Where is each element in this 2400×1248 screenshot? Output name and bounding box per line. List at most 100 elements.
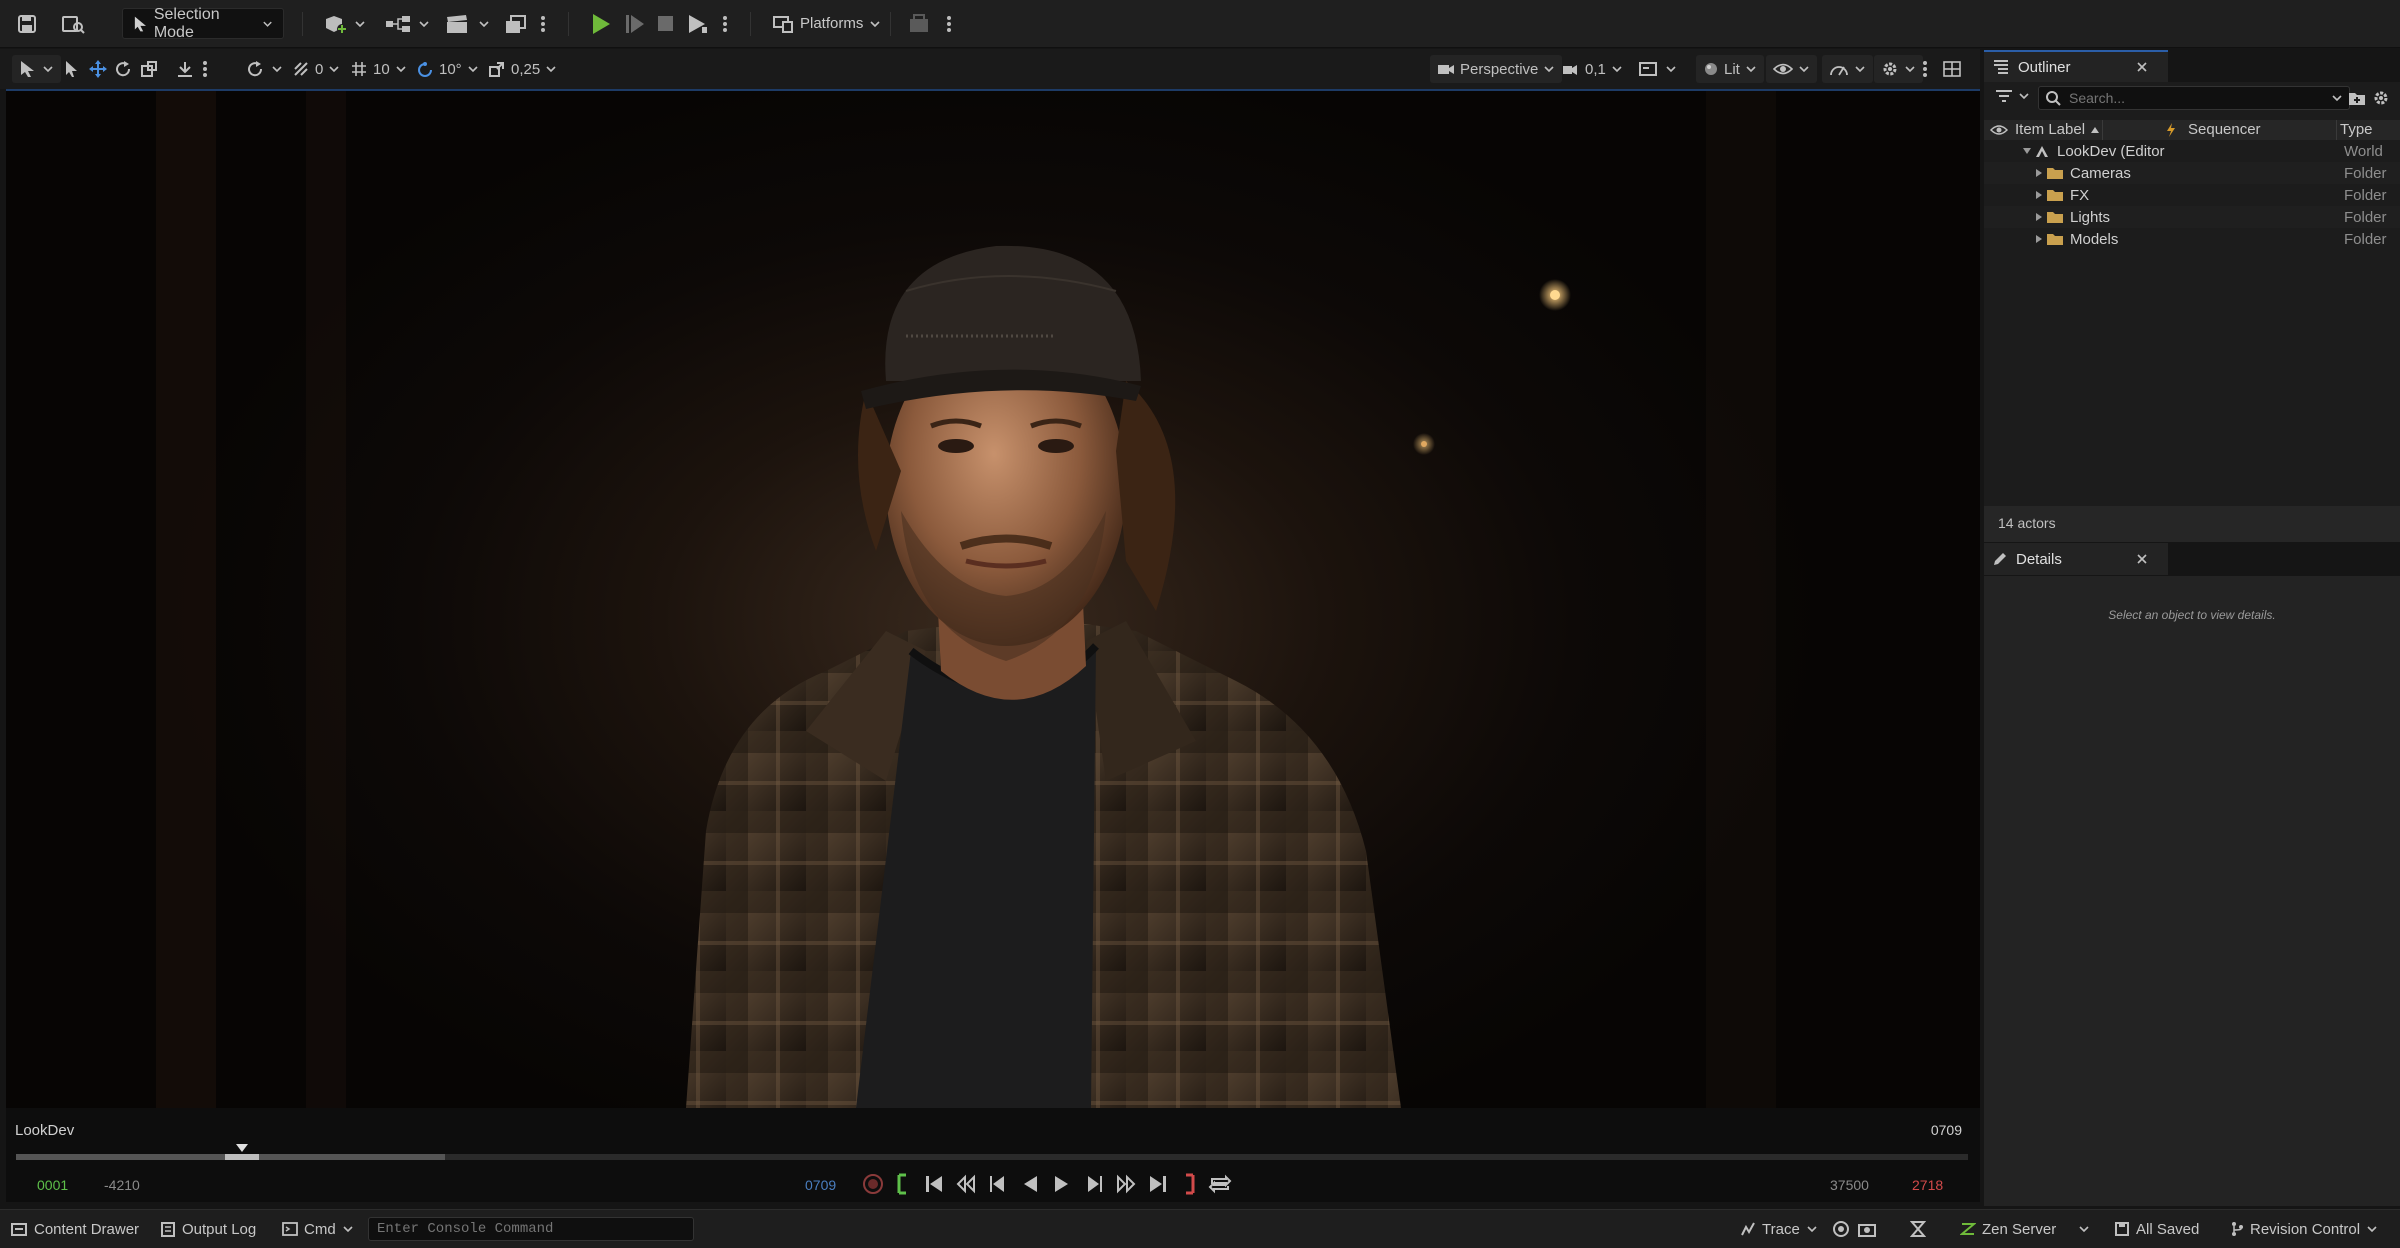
translate-mode-button[interactable] bbox=[88, 55, 108, 83]
tab-outliner[interactable]: Outliner bbox=[1984, 50, 2168, 82]
collapsed-arrow-icon[interactable] bbox=[2034, 190, 2044, 200]
end-frame[interactable]: 2718 bbox=[1912, 1177, 1943, 1193]
more-options-icon[interactable] bbox=[1922, 55, 1928, 83]
rotate-snap-dropdown[interactable]: 10° bbox=[416, 55, 479, 83]
build-button[interactable] bbox=[504, 8, 530, 39]
outliner-row-folder[interactable]: Models Folder bbox=[1984, 228, 2400, 250]
select-tool-dropdown[interactable] bbox=[12, 55, 61, 83]
chevron-down-icon[interactable] bbox=[2331, 92, 2343, 104]
revision-control-dropdown[interactable]: Revision Control bbox=[2230, 1216, 2378, 1242]
playhead-marker[interactable] bbox=[236, 1144, 248, 1152]
perspective-dropdown[interactable]: Perspective bbox=[1430, 55, 1563, 83]
jump-to-start-icon[interactable] bbox=[924, 1173, 944, 1195]
next-key-icon[interactable] bbox=[1116, 1173, 1136, 1195]
simulate-button[interactable] bbox=[624, 8, 646, 39]
play-button[interactable] bbox=[590, 8, 612, 39]
show-flags-dropdown[interactable] bbox=[1766, 55, 1817, 83]
scale-snap-dropdown[interactable]: 0,25 bbox=[488, 55, 557, 83]
add-folder-icon[interactable] bbox=[2348, 90, 2366, 106]
previous-key-icon[interactable] bbox=[956, 1173, 976, 1195]
cinematics-button[interactable] bbox=[444, 8, 490, 39]
eye-icon[interactable] bbox=[1990, 124, 2008, 136]
settings-pack-icon[interactable] bbox=[908, 8, 932, 39]
trace-dropdown[interactable]: Trace bbox=[1740, 1216, 1818, 1242]
set-end-icon[interactable] bbox=[1180, 1173, 1196, 1195]
play-reverse-icon[interactable] bbox=[1020, 1173, 1040, 1195]
launch-button[interactable] bbox=[686, 8, 708, 39]
gear-icon[interactable] bbox=[2372, 89, 2390, 107]
zen-server-dropdown[interactable]: Zen Server bbox=[1960, 1216, 2090, 1242]
filter-dropdown[interactable] bbox=[1994, 88, 2030, 104]
view-start-frame[interactable]: -4210 bbox=[104, 1177, 140, 1193]
blueprint-button[interactable] bbox=[384, 8, 430, 39]
search-input[interactable] bbox=[2067, 89, 2311, 107]
main-toolbar: Selection Mode Platforms bbox=[0, 0, 2400, 48]
trace-icon bbox=[1741, 1222, 1755, 1236]
step-forward-icon[interactable] bbox=[1084, 1173, 1104, 1195]
view-mode-dropdown[interactable]: Lit bbox=[1696, 55, 1764, 83]
all-saved-button[interactable]: All Saved bbox=[2114, 1216, 2199, 1242]
outliner-row-folder[interactable]: Lights Folder bbox=[1984, 206, 2400, 228]
column-sequencer[interactable]: Sequencer bbox=[2188, 121, 2261, 138]
content-drawer-button[interactable]: Content Drawer bbox=[10, 1216, 139, 1242]
close-icon[interactable] bbox=[2136, 61, 2148, 73]
outliner-row-folder[interactable]: FX Folder bbox=[1984, 184, 2400, 206]
derived-data-icon[interactable] bbox=[1910, 1216, 1926, 1242]
close-icon[interactable] bbox=[2136, 553, 2148, 565]
rotate-mode-button[interactable] bbox=[114, 55, 132, 83]
outliner-row-world[interactable]: LookDev (Editor World bbox=[1984, 140, 2400, 162]
translate-snap-dropdown[interactable]: 0 bbox=[292, 55, 340, 83]
record-trace-icon[interactable] bbox=[1832, 1216, 1850, 1242]
cmd-dropdown[interactable]: Cmd bbox=[282, 1216, 354, 1242]
set-start-icon[interactable] bbox=[896, 1173, 912, 1195]
view-end-frame[interactable]: 37500 bbox=[1830, 1177, 1869, 1193]
scale-mode-button[interactable] bbox=[140, 55, 158, 83]
add-actor-icon bbox=[326, 15, 347, 34]
loop-icon[interactable] bbox=[1208, 1173, 1232, 1195]
expanded-arrow-icon[interactable] bbox=[2022, 146, 2032, 156]
start-frame[interactable]: 0001 bbox=[37, 1177, 68, 1193]
more-options-icon[interactable] bbox=[540, 8, 546, 39]
tab-details[interactable]: Details bbox=[1984, 543, 2168, 575]
world-local-toggle[interactable] bbox=[246, 55, 283, 83]
collapsed-arrow-icon[interactable] bbox=[2034, 168, 2044, 178]
surface-snapping-button[interactable] bbox=[176, 55, 194, 83]
save-icon[interactable] bbox=[16, 8, 38, 39]
platforms-dropdown[interactable]: Platforms bbox=[772, 8, 881, 39]
playhead-frame[interactable]: 0709 bbox=[805, 1177, 836, 1193]
performance-dropdown[interactable] bbox=[1822, 55, 1873, 83]
more-options-icon[interactable] bbox=[722, 8, 728, 39]
collapsed-arrow-icon[interactable] bbox=[2034, 212, 2044, 222]
jump-to-end-icon[interactable] bbox=[1148, 1173, 1168, 1195]
more-options-icon[interactable] bbox=[946, 8, 952, 39]
output-log-button[interactable]: Output Log bbox=[160, 1216, 256, 1242]
details-empty-text: Select an object to view details. bbox=[2108, 608, 2276, 622]
viewport-layout-icon[interactable] bbox=[1942, 55, 1962, 83]
level-viewport[interactable] bbox=[6, 91, 1980, 1108]
step-back-icon[interactable] bbox=[988, 1173, 1008, 1195]
collapsed-arrow-icon[interactable] bbox=[2034, 234, 2044, 244]
outliner-row-folder[interactable]: Cameras Folder bbox=[1984, 162, 2400, 184]
blueprint-icon bbox=[386, 15, 410, 32]
screenshot-icon[interactable] bbox=[1858, 1216, 1876, 1242]
timeline-track[interactable] bbox=[16, 1144, 1968, 1160]
outliner-item-label: LookDev (Editor bbox=[2057, 143, 2165, 160]
console-command-input[interactable] bbox=[368, 1217, 694, 1241]
select-mode-button[interactable] bbox=[64, 55, 80, 83]
add-actor-button[interactable] bbox=[322, 8, 366, 39]
selection-mode-dropdown[interactable]: Selection Mode bbox=[122, 6, 284, 41]
viewport-settings-dropdown[interactable] bbox=[1874, 55, 1923, 83]
browse-icon[interactable] bbox=[60, 8, 86, 39]
grid-snap-dropdown[interactable]: 10 bbox=[350, 55, 407, 83]
record-icon[interactable] bbox=[862, 1173, 884, 1195]
stop-button[interactable] bbox=[656, 8, 676, 39]
search-box[interactable] bbox=[2038, 86, 2350, 110]
play-forward-icon[interactable] bbox=[1052, 1173, 1072, 1195]
terminal-icon bbox=[282, 1222, 298, 1236]
timeline-scrub-handle[interactable] bbox=[225, 1154, 259, 1160]
more-options-icon[interactable] bbox=[202, 55, 208, 83]
screen-percentage-dropdown[interactable] bbox=[1638, 55, 1677, 83]
camera-speed-dropdown[interactable]: 0,1 bbox=[1562, 55, 1623, 83]
column-type[interactable]: Type bbox=[2340, 121, 2373, 138]
column-item-label[interactable]: Item Label bbox=[2015, 121, 2085, 138]
